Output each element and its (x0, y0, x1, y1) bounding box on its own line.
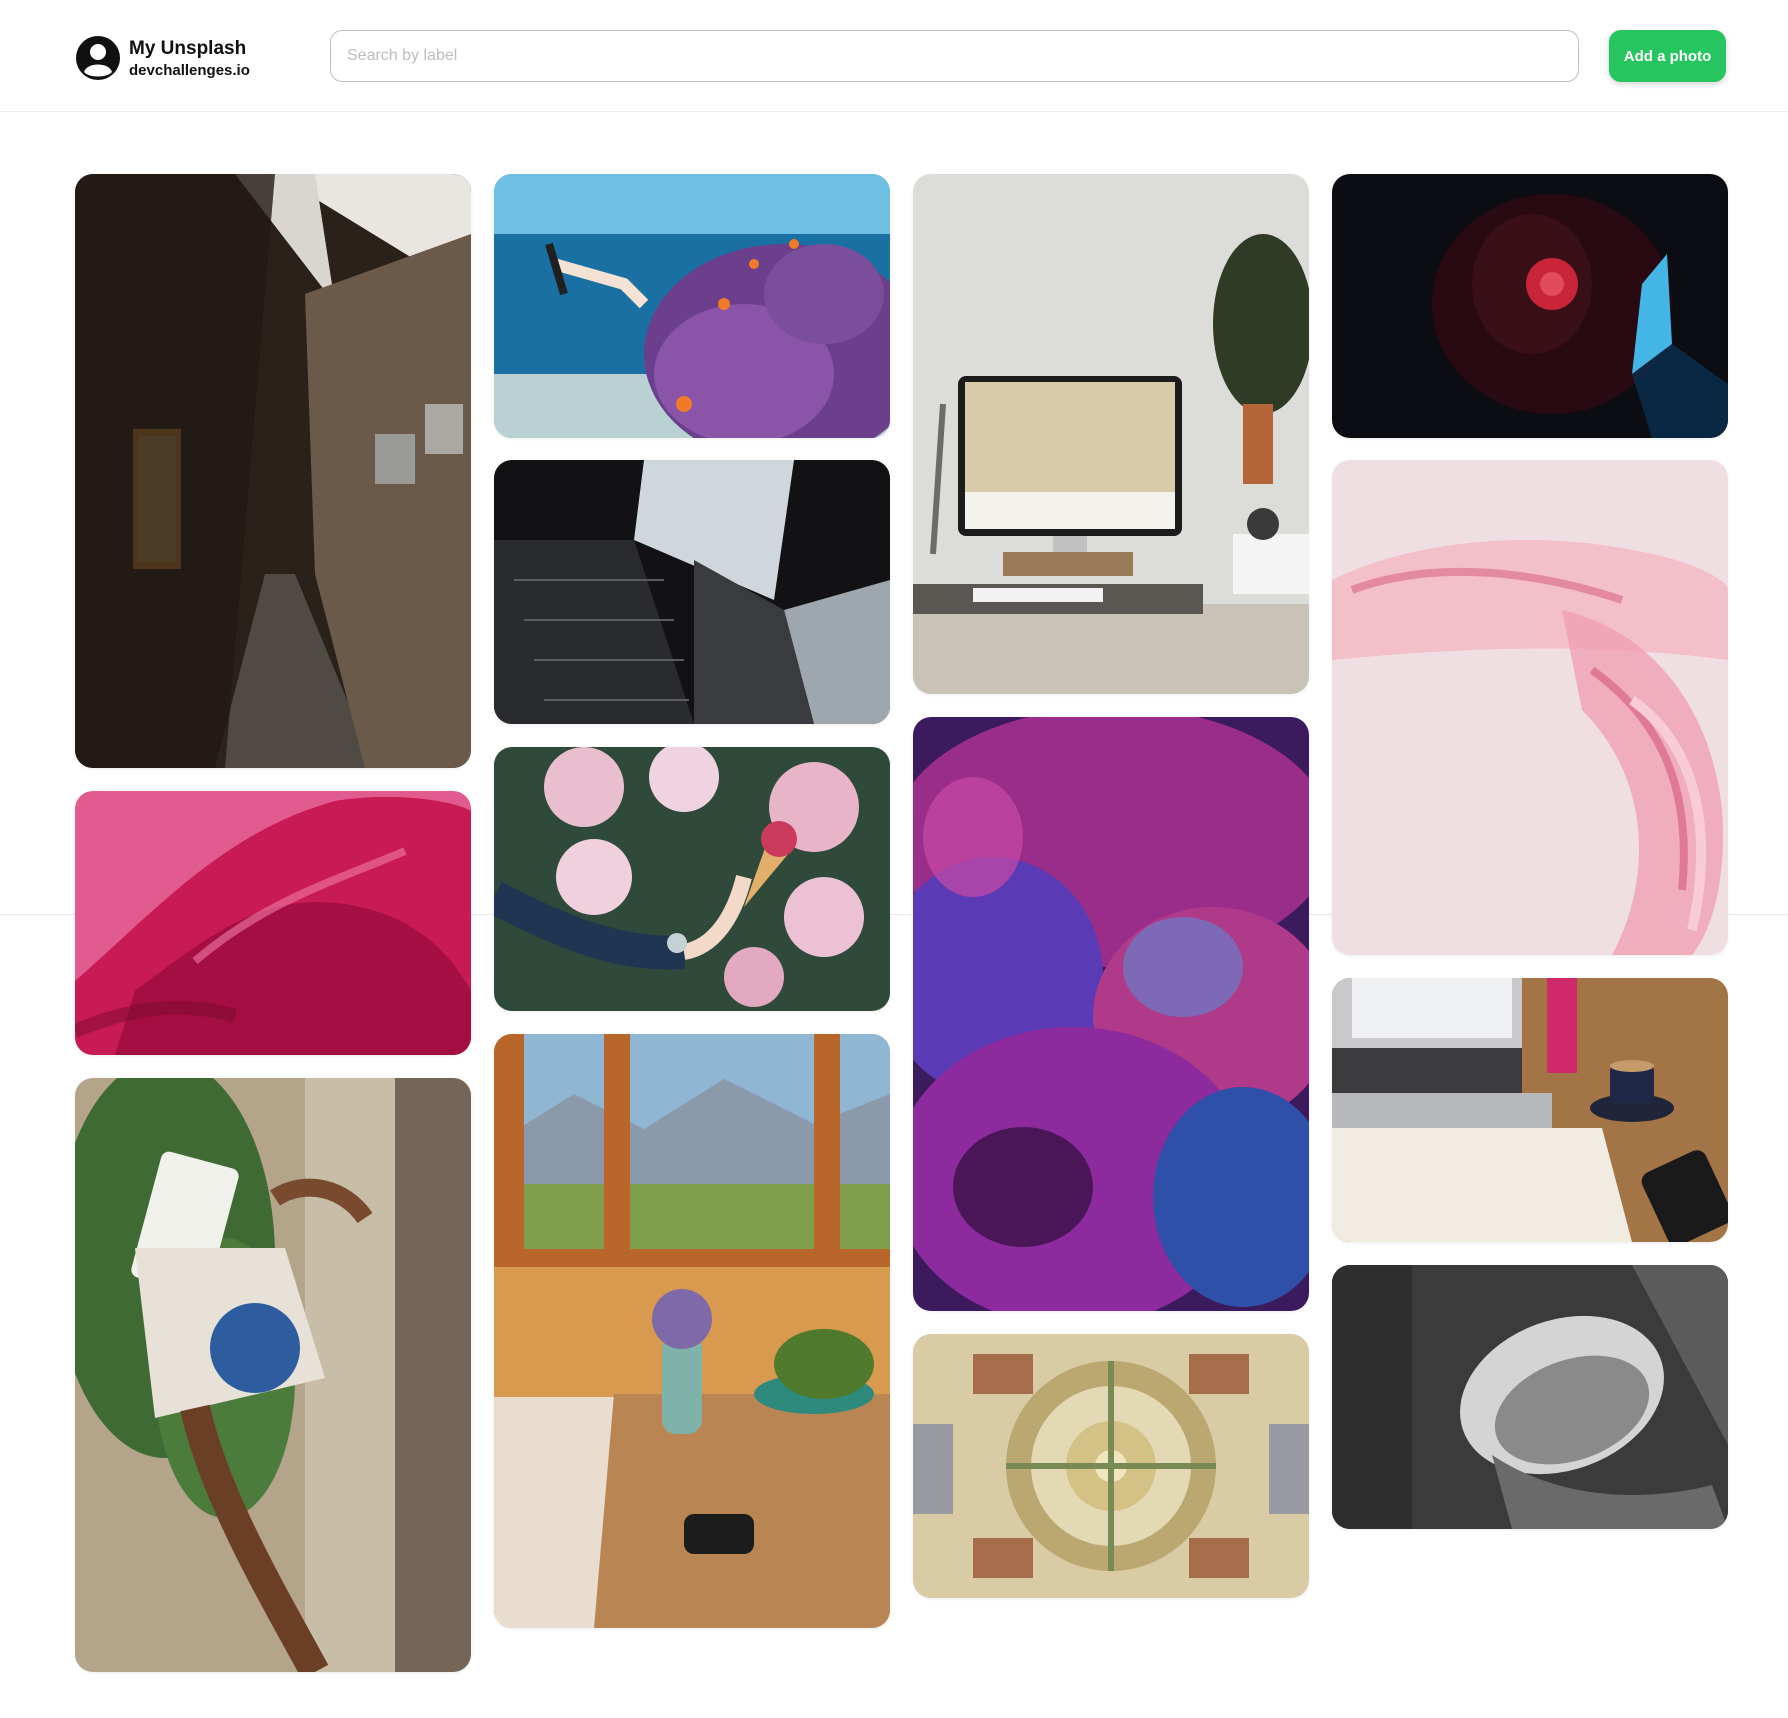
photo-card[interactable] (494, 1034, 890, 1628)
photo-coral (913, 717, 1309, 1311)
photo-card[interactable] (913, 1334, 1309, 1598)
photo-card[interactable] (494, 174, 890, 438)
app-domain: devchallenges.io (129, 61, 250, 79)
photo-buildings (494, 460, 890, 724)
brand[interactable]: My Unsplash devchallenges.io (75, 35, 250, 81)
photo-window (494, 1034, 890, 1628)
photo-alley (75, 174, 471, 768)
top-bar: My Unsplash devchallenges.io Add a photo (0, 0, 1788, 112)
photo-laptop (1332, 978, 1728, 1242)
photo-card[interactable] (1332, 1265, 1728, 1529)
photo-reef (494, 174, 890, 438)
photo-card[interactable] (75, 174, 471, 768)
photo-cards (75, 1078, 471, 1672)
photo-concrete (1332, 1265, 1728, 1529)
photo-card[interactable] (75, 1078, 471, 1672)
add-photo-button[interactable]: Add a photo (1609, 30, 1726, 82)
brand-text: My Unsplash devchallenges.io (129, 39, 250, 78)
photo-card[interactable] (494, 460, 890, 724)
search-input[interactable] (330, 30, 1579, 82)
photo-silk (75, 791, 471, 1055)
user-circle-icon (76, 36, 120, 80)
photo-card[interactable] (75, 791, 471, 1055)
photo-ceiling (913, 1334, 1309, 1598)
photo-card[interactable] (913, 717, 1309, 1311)
photo-card[interactable] (1332, 460, 1728, 955)
photo-icecream (494, 747, 890, 1011)
photo-card[interactable] (1332, 978, 1728, 1242)
photo-glass (1332, 460, 1728, 955)
photo-card[interactable] (913, 174, 1309, 694)
photo-headphones (1332, 174, 1728, 438)
photo-card[interactable] (1332, 174, 1728, 438)
app-name: My Unsplash (129, 37, 247, 59)
photo-desk (913, 174, 1309, 694)
photo-card[interactable] (494, 747, 890, 1011)
